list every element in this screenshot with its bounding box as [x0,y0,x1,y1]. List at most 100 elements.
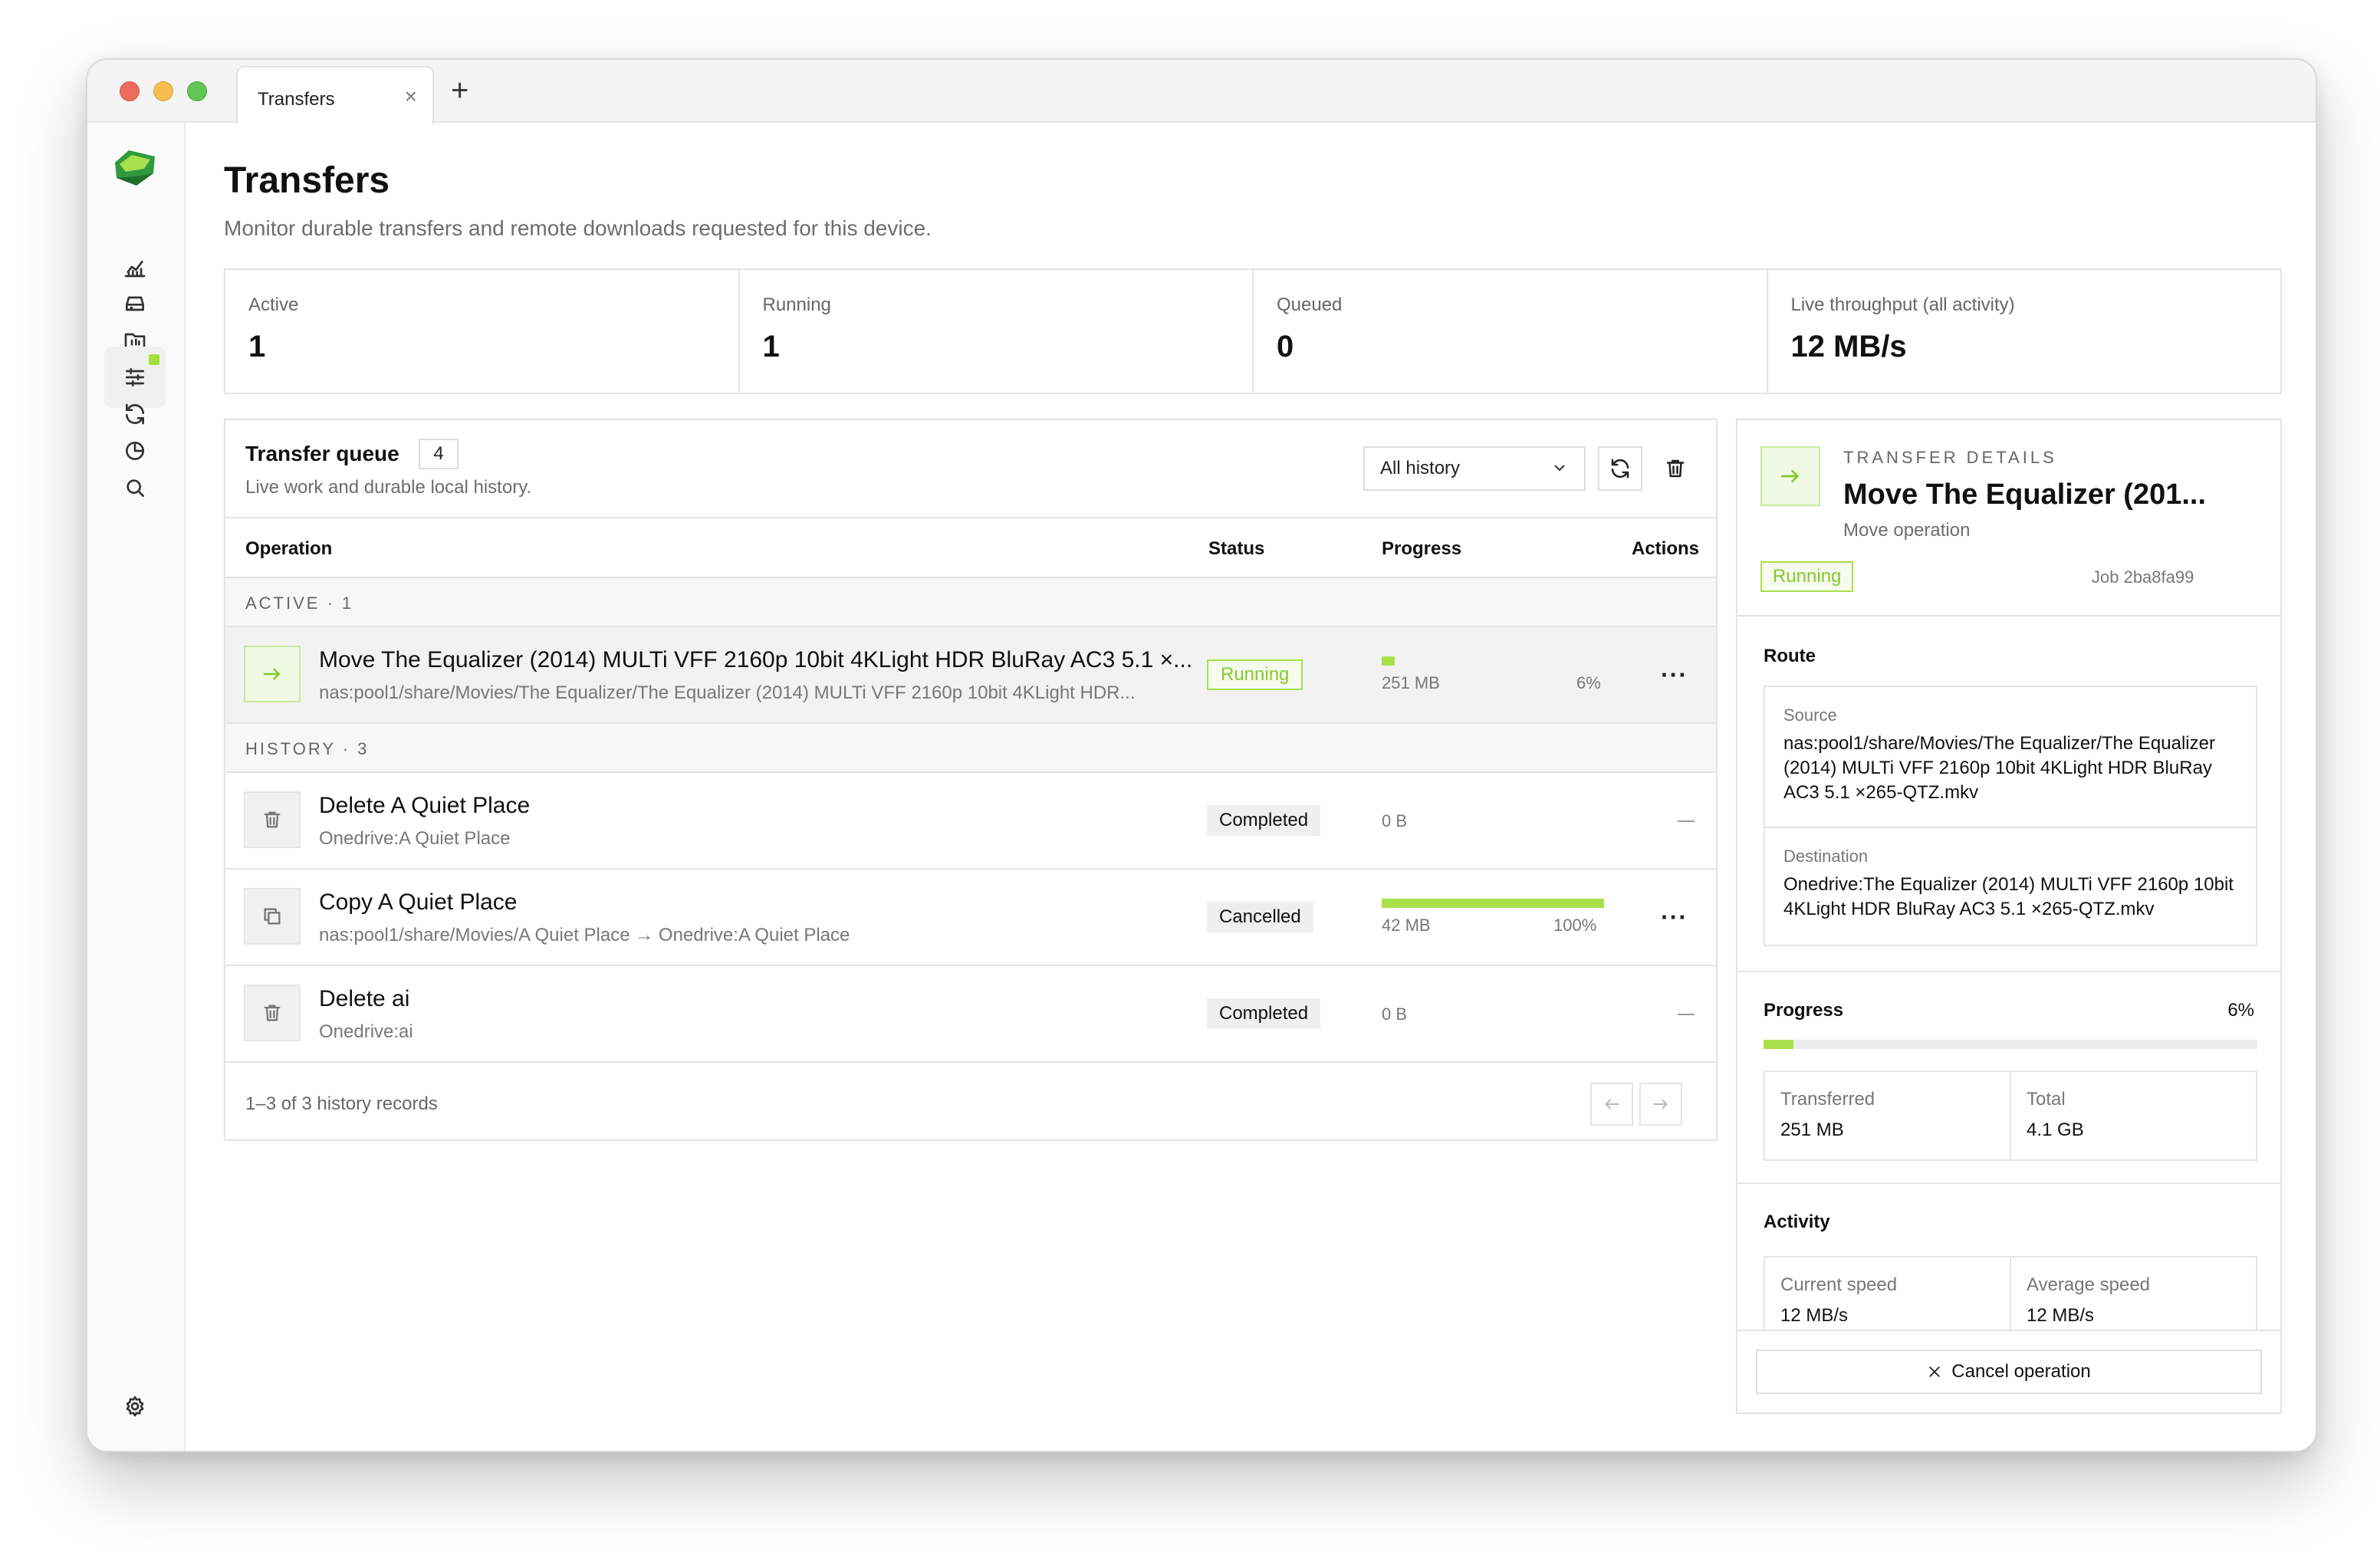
divider [1737,615,2280,617]
history-filter-value: All history [1380,458,1461,478]
table-row[interactable]: Delete A Quiet Place Onedrive:A Quiet Pl… [225,773,1716,870]
details-footer: Cancel operation [1737,1330,2280,1412]
transfer-queue-panel: Transfer queue 4 Live work and durable l… [224,419,1718,1141]
stats-bar: Active 1 Running 1 Queued 0 Live through… [224,268,2282,394]
active-group-header: ACTIVE · 1 [225,578,1716,627]
arrow-right-icon [1653,1099,1668,1110]
stat-value: 1 [762,330,780,363]
more-actions-button[interactable]: ··· [1661,661,1688,689]
sidebar-item-settings[interactable] [104,1376,166,1437]
page-subtitle: Monitor durable transfers and remote dow… [224,216,932,240]
divider [1765,827,2256,828]
status-badge: Running [1760,561,1854,592]
cancel-operation-button[interactable]: Cancel operation [1756,1350,2262,1394]
history-filter-select[interactable]: All history [1363,446,1586,491]
refresh-button[interactable] [1598,446,1642,491]
tab-label: Transfers [258,89,335,110]
table-row[interactable]: Delete ai Onedrive:ai Completed 0 B [225,966,1716,1063]
row-title: Copy A Quiet Place [319,889,518,915]
stat-value: 1 [248,330,266,363]
app-window: Transfers × + Transfers Monitor durable … [86,58,2317,1452]
status-badge: Completed [1207,805,1321,836]
stat-label: Queued [1277,294,1343,315]
row-title: Delete ai [319,986,410,1011]
average-speed-value: 12 MB/s [2027,1305,2095,1326]
trash-icon [244,985,301,1041]
details-subtitle: Move operation [1843,520,1971,541]
progress-percent: 6% [1576,673,1601,692]
stat-running: Running 1 [740,270,1254,393]
stat-value: 12 MB/s [1790,330,1907,363]
progress-bar [1382,656,1395,666]
chevron-down-icon [1554,465,1565,472]
current-speed-label: Current speed [1780,1274,1898,1295]
transfer-details-panel: TRANSFER DETAILS Move The Equalizer (201… [1736,419,2282,1414]
row-title: Delete A Quiet Place [319,793,531,818]
copy-icon [244,888,301,945]
row-path: nas:pool1/share/Movies/The Equalizer/The… [319,682,1136,703]
stat-active: Active 1 [225,270,740,393]
no-actions-dash [1678,1014,1695,1015]
progress-bar [1382,899,1604,908]
row-path: Onedrive:ai [319,1021,413,1042]
refresh-icon [1611,459,1629,478]
row-title: Move The Equalizer (2014) MULTi VFF 2160… [319,647,1193,672]
title-bar: Transfers × + [87,60,2316,124]
progress-fill [1764,1040,1793,1049]
trash-icon [244,791,301,848]
app-logo [115,150,155,186]
progress-size: 0 B [1382,1005,1408,1024]
progress-size: 42 MB [1382,916,1431,935]
average-speed-label: Average speed [2027,1274,2151,1295]
stat-value: 0 [1277,330,1294,363]
source-label: Source [1783,705,1837,725]
activity-heading: Activity [1764,1212,1830,1232]
source-path: nas:pool1/share/Movies/The Equalizer/The… [1783,733,2215,803]
transfer-stats: Transferred 251 MB Total 4.1 GB [1764,1070,2257,1161]
close-window-button[interactable] [120,81,140,101]
table-header: Operation Status Progress Actions [225,517,1716,578]
stat-label: Active [248,294,299,315]
status-badge: Completed [1207,998,1321,1029]
table-row[interactable]: Move The Equalizer (2014) MULTi VFF 2160… [225,627,1716,724]
details-title: Move The Equalizer (201... [1843,478,2207,511]
total-cell: Total 4.1 GB [2011,1072,2256,1159]
progress-percent: 6% [2227,1000,2254,1021]
progress-heading: Progress [1764,1000,1844,1021]
tab-transfers[interactable]: Transfers × [236,66,434,124]
stat-label: Live throughput (all activity) [1790,294,2015,315]
tab-close-icon[interactable]: × [405,84,417,109]
more-actions-button[interactable]: ··· [1661,903,1688,932]
clear-history-button[interactable] [1653,446,1698,491]
next-page-button[interactable] [1639,1083,1682,1126]
sidebar-item-search[interactable] [104,457,166,518]
stat-throughput: Live throughput (all activity) 12 MB/s [1768,270,2281,393]
column-progress: Progress [1382,538,1462,559]
divider [1737,971,2280,972]
maximize-window-button[interactable] [187,81,207,101]
column-operation: Operation [245,538,333,559]
new-tab-button[interactable]: + [451,74,468,108]
minimize-window-button[interactable] [153,81,173,101]
divider [1737,1182,2280,1184]
row-path: nas:pool1/share/Movies/A Quiet Place → O… [319,925,850,945]
no-actions-dash [1678,820,1695,822]
progress-percent: 100% [1553,916,1597,935]
queue-subtitle: Live work and durable local history. [245,477,532,498]
history-group-header: HISTORY · 3 [225,724,1716,773]
route-box: Source nas:pool1/share/Movies/The Equali… [1764,686,2257,946]
arrow-left-icon [1605,1099,1619,1110]
main-content: Transfers Monitor durable transfers and … [186,123,2316,1451]
row-path: Onedrive:A Quiet Place [319,828,511,849]
destination-path: Onedrive:The Equalizer (2014) MULTi VFF … [1783,874,2234,919]
previous-page-button[interactable] [1590,1083,1633,1126]
gear-icon [126,1396,144,1417]
stat-label: Running [762,294,831,315]
progress-size: 251 MB [1382,673,1440,692]
route-heading: Route [1764,646,1816,666]
transferred-cell: Transferred 251 MB [1765,1072,2011,1159]
pagination-summary: 1–3 of 3 history records [245,1093,438,1114]
queue-count-badge: 4 [419,439,459,469]
table-row[interactable]: Copy A Quiet Place nas:pool1/share/Movie… [225,870,1716,966]
close-icon [1929,1366,1940,1377]
